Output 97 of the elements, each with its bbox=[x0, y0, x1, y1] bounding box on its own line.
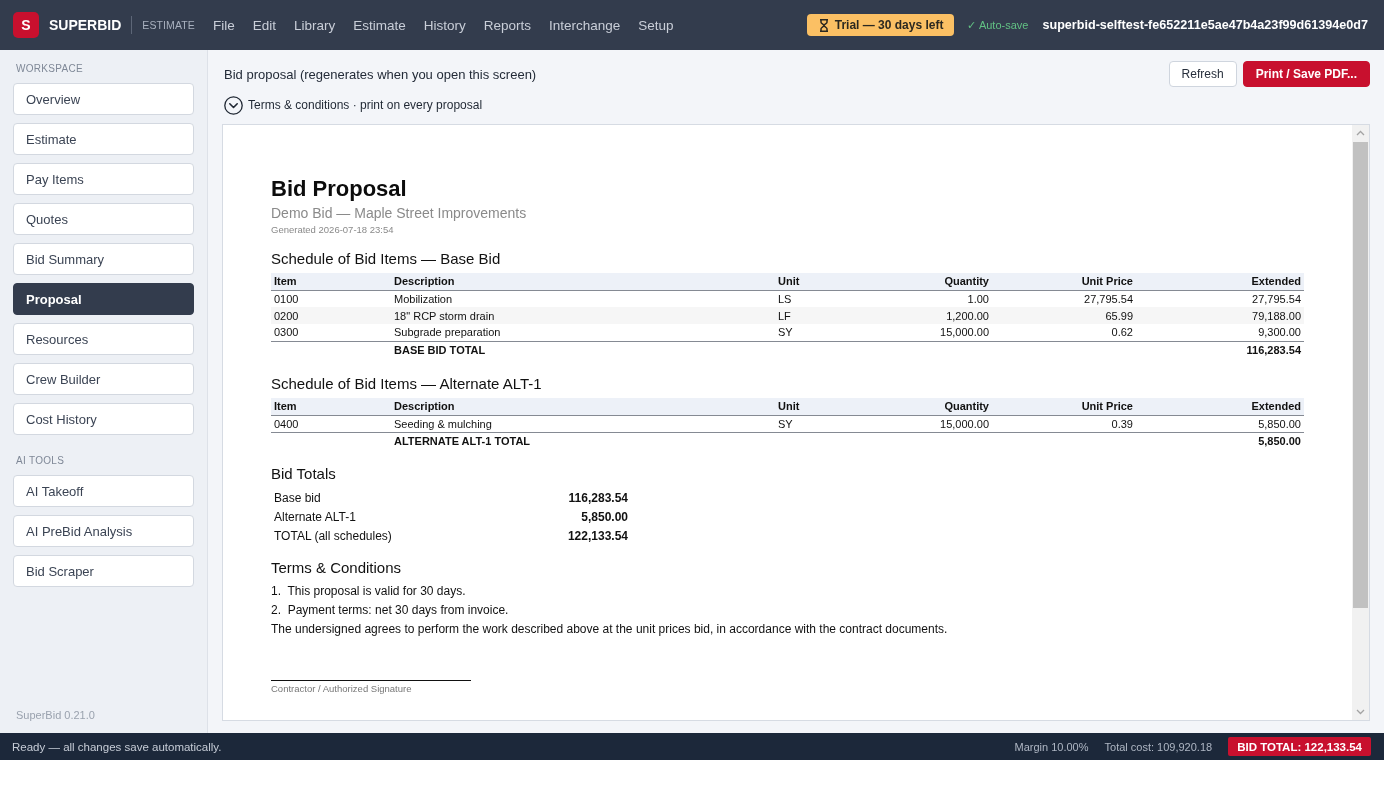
total-value: 5,850.00 bbox=[1136, 432, 1304, 450]
table-cell: 79,188.00 bbox=[1136, 307, 1304, 324]
table-cell: 0300 bbox=[271, 324, 391, 341]
totals-value: 5,850.00 bbox=[580, 508, 628, 526]
project-name: superbid-selftest-fe652211e5ae47b4a23f99d61394e0d7 bbox=[1042, 18, 1368, 32]
table-cell: 15,000.00 bbox=[845, 324, 992, 341]
totals-label: Alternate ALT-1 bbox=[273, 508, 357, 526]
hourglass-icon bbox=[818, 18, 829, 32]
table-cell: 18" RCP storm drain bbox=[391, 307, 775, 324]
menu-item[interactable]: Edit bbox=[252, 17, 276, 33]
sidebar-item[interactable]: Quotes bbox=[13, 203, 194, 235]
bid-total-badge: BID TOTAL: 122,133.54 bbox=[1228, 737, 1371, 756]
table-cell: 0.39 bbox=[992, 415, 1136, 432]
menu-item[interactable]: Setup bbox=[638, 17, 674, 33]
generated-date: Generated 2026-07-18 23:54 bbox=[271, 223, 395, 236]
menu-item[interactable]: Estimate bbox=[353, 17, 406, 33]
totals-label: TOTAL (all schedules) bbox=[273, 527, 393, 545]
table-cell: LF bbox=[775, 307, 845, 324]
sidebar-item[interactable]: AI PreBid Analysis bbox=[13, 515, 194, 547]
column-header: Extended bbox=[1136, 398, 1304, 415]
column-header: Unit Price bbox=[992, 398, 1136, 415]
menu-item[interactable]: Library bbox=[293, 17, 336, 33]
trial-text: Trial — 30 days left bbox=[834, 18, 944, 32]
schedule-heading: Schedule of Bid Items — Alternate ALT-1 bbox=[271, 374, 543, 394]
table-cell: 0.62 bbox=[992, 324, 1136, 341]
sidebar-item[interactable]: Pay Items bbox=[13, 163, 194, 195]
table-cell: 0200 bbox=[271, 307, 391, 324]
module-name: ESTIMATE bbox=[142, 19, 195, 31]
menu-item[interactable]: History bbox=[423, 17, 466, 33]
total-cost-status: Total cost: 109,920.18 bbox=[1104, 740, 1213, 753]
page-title: Bid proposal (regenerates when you open this screen) bbox=[224, 66, 537, 82]
total-label: ALTERNATE ALT-1 TOTAL bbox=[391, 432, 775, 450]
table-cell: 0100 bbox=[271, 290, 391, 307]
column-header: Description bbox=[391, 273, 775, 290]
sidebar-item[interactable]: Crew Builder bbox=[13, 363, 194, 395]
table-cell: 1.00 bbox=[845, 290, 992, 307]
table-cell: 5,850.00 bbox=[1136, 415, 1304, 432]
version-label: SuperBid 0.21.0 bbox=[15, 709, 96, 721]
totals-value: 122,133.54 bbox=[566, 527, 628, 545]
table-cell: 27,795.54 bbox=[1136, 290, 1304, 307]
menu-item[interactable]: Reports bbox=[483, 17, 531, 33]
menu-item[interactable]: Interchange bbox=[549, 17, 621, 33]
autosave-status: ✓ Auto-save bbox=[967, 18, 1029, 32]
sidebar-item[interactable]: Bid Summary bbox=[13, 243, 194, 275]
section-title: WORKSPACE bbox=[16, 63, 84, 74]
sidebar-item[interactable]: Proposal bbox=[13, 283, 194, 315]
table-cell: 0400 bbox=[271, 415, 391, 432]
sidebar-item[interactable]: Estimate bbox=[13, 123, 194, 155]
schedule-heading: Schedule of Bid Items — Base Bid bbox=[271, 249, 502, 269]
menu-item[interactable]: File bbox=[212, 17, 235, 33]
terms-heading: Terms & Conditions bbox=[271, 558, 403, 578]
table-cell: 9,300.00 bbox=[1136, 324, 1304, 341]
column-header: Extended bbox=[1136, 273, 1304, 290]
table-cell: 65.99 bbox=[992, 307, 1136, 324]
column-header: Item bbox=[271, 273, 391, 290]
logo-badge: S bbox=[13, 12, 39, 38]
table-cell: Mobilization bbox=[391, 290, 775, 307]
margin-status: Margin 10.00% bbox=[1014, 740, 1089, 753]
table-cell: SY bbox=[775, 324, 845, 341]
sidebar-item[interactable]: Bid Scraper bbox=[13, 555, 194, 587]
sidebar-item[interactable]: Resources bbox=[13, 323, 194, 355]
total-value: 116,283.54 bbox=[1136, 341, 1304, 359]
sidebar-item[interactable]: Cost History bbox=[13, 403, 194, 435]
terms-statement: The undersigned agrees to perform the work described above at the unit prices bid, in accordance with the contract documents. bbox=[271, 621, 949, 638]
refresh-button[interactable]: Refresh bbox=[1168, 61, 1237, 87]
document-subtitle: Demo Bid — Maple Street Improvements bbox=[271, 204, 528, 222]
status-message: Ready — all changes save automatically. bbox=[12, 740, 222, 753]
table-cell: Subgrade preparation bbox=[391, 324, 775, 341]
column-header: Quantity bbox=[845, 273, 992, 290]
column-header: Description bbox=[391, 398, 775, 415]
column-header: Quantity bbox=[845, 398, 992, 415]
table-cell: 27,795.54 bbox=[992, 290, 1136, 307]
section-title: AI TOOLS bbox=[16, 455, 66, 466]
totals-heading: Bid Totals bbox=[271, 464, 337, 484]
scrollbar[interactable] bbox=[1352, 125, 1369, 720]
brand-name: SUPERBID bbox=[49, 17, 122, 33]
column-header: Item bbox=[271, 398, 391, 415]
terms-item: 2. Payment terms: net 30 days from invoice. bbox=[271, 602, 510, 619]
totals-label: Base bid bbox=[273, 489, 322, 507]
total-label: BASE BID TOTAL bbox=[391, 341, 775, 359]
print-button[interactable]: Print / Save PDF... bbox=[1242, 61, 1370, 87]
sidebar-item[interactable]: Overview bbox=[13, 83, 194, 115]
terms-item: 1. This proposal is valid for 30 days. bbox=[271, 583, 467, 600]
table-cell: 1,200.00 bbox=[845, 307, 992, 324]
column-header: Unit Price bbox=[992, 273, 1136, 290]
totals-value: 116,283.54 bbox=[567, 489, 628, 507]
column-header: Unit bbox=[775, 273, 845, 290]
document-title: Bid Proposal bbox=[271, 176, 408, 202]
sidebar-item[interactable]: AI Takeoff bbox=[13, 475, 194, 507]
scrollbar-thumb[interactable] bbox=[1353, 142, 1368, 608]
table-cell: LS bbox=[775, 290, 845, 307]
terms-toggle[interactable]: Terms & conditions · print on every proposal bbox=[224, 95, 483, 115]
table-cell: 15,000.00 bbox=[845, 415, 992, 432]
signature-caption: Contractor / Authorized Signature bbox=[271, 682, 413, 695]
column-header: Unit bbox=[775, 398, 845, 415]
table-cell: Seeding & mulching bbox=[391, 415, 775, 432]
table-cell: SY bbox=[775, 415, 845, 432]
